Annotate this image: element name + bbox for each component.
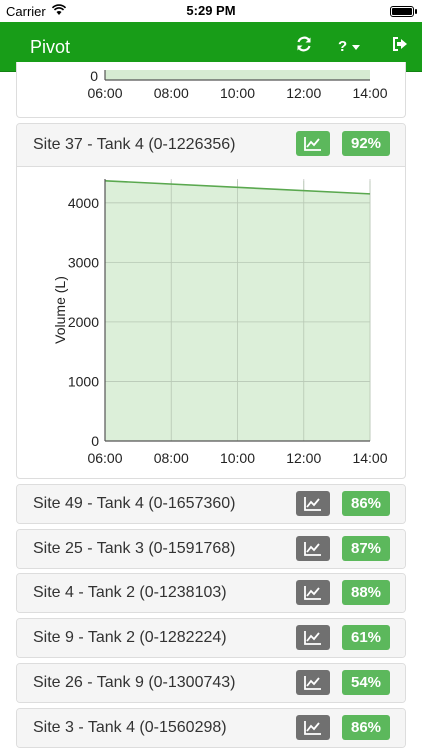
x-tick-label: 10:00 (220, 450, 255, 466)
line-chart-icon (304, 497, 321, 511)
x-tick-label: 08:00 (154, 450, 189, 466)
chart-toggle-button[interactable] (296, 580, 330, 605)
tank-title[interactable]: Site 26 - Tank 9 (0-1300743) (33, 674, 236, 692)
panel-heading[interactable]: Site 37 - Tank 4 (0-1226356) 92% (17, 124, 405, 167)
help-label: ? (338, 38, 348, 55)
caret-down-icon (352, 44, 361, 50)
partial-chart: 0 06:00 08:00 10:00 12:00 14:00 (87, 68, 387, 101)
x-tick-label: 12:00 (286, 450, 321, 466)
y-tick-label: 2000 (68, 314, 99, 330)
panel-heading[interactable]: Site 49 - Tank 4 (0-1657360) 86% (17, 485, 405, 523)
chart-toggle-button[interactable] (296, 670, 330, 695)
panel-heading[interactable]: Site 26 - Tank 9 (0-1300743) 54% (17, 664, 405, 702)
tank-panel: Site 25 - Tank 3 (0-1591768) 87% (16, 529, 406, 569)
panel-heading[interactable]: Site 25 - Tank 3 (0-1591768) 87% (17, 530, 405, 568)
x-tick-label: 14:00 (352, 85, 387, 101)
app-brand[interactable]: Pivot (30, 37, 70, 58)
volume-chart: 0 1000 2000 3000 4000 06:00 08:00 10:00 12:00 14:… (52, 179, 388, 466)
y-axis-label: Volume (L) (52, 276, 68, 344)
line-chart-icon (304, 676, 321, 690)
line-chart-icon (304, 542, 321, 556)
tank-panel-partial: 0 06:00 08:00 10:00 12:00 14:00 (16, 62, 406, 118)
tank-panel: Site 26 - Tank 9 (0-1300743) 54% (16, 663, 406, 703)
line-chart-icon (304, 721, 321, 735)
fill-percent-badge: 86% (342, 491, 390, 516)
line-chart-icon (304, 586, 321, 600)
tank-panel: Site 9 - Tank 2 (0-1282224) 61% (16, 618, 406, 658)
y-tick-label: 1000 (68, 373, 99, 389)
y-tick-label: 0 (91, 433, 99, 449)
x-tick-label: 06:00 (87, 450, 122, 466)
x-tick-label: 08:00 (154, 85, 189, 101)
fill-percent-badge: 54% (342, 670, 390, 695)
chart-toggle-button[interactable] (296, 536, 330, 561)
tank-panel: Site 3 - Tank 4 (0-1560298) 86% (16, 708, 406, 748)
chart-toggle-button[interactable] (296, 491, 330, 516)
chart-toggle-button[interactable] (296, 625, 330, 650)
refresh-icon[interactable] (296, 36, 312, 58)
tank-panel-expanded: Site 37 - Tank 4 (0-1226356) 92% 0 1000 20… (16, 123, 406, 479)
partial-y-tick: 0 (90, 68, 98, 84)
x-tick-label: 14:00 (352, 450, 387, 466)
tank-title[interactable]: Site 37 - Tank 4 (0-1226356) (33, 136, 236, 154)
line-chart-icon (304, 631, 321, 645)
battery-icon (390, 6, 417, 17)
tank-panel: Site 4 - Tank 2 (0-1238103) 88% (16, 573, 406, 613)
tank-panel: Site 49 - Tank 4 (0-1657360) 86% (16, 484, 406, 524)
line-chart-icon (304, 137, 321, 151)
tank-title[interactable]: Site 4 - Tank 2 (0-1238103) (33, 584, 227, 602)
tank-title[interactable]: Site 9 - Tank 2 (0-1282224) (33, 629, 227, 647)
logout-icon[interactable] (392, 36, 408, 58)
fill-percent-badge: 61% (342, 625, 390, 650)
fill-percent-badge: 86% (342, 715, 390, 740)
fill-percent-badge: 87% (342, 536, 390, 561)
fill-percent-badge: 92% (342, 131, 390, 156)
chart-toggle-button[interactable] (296, 715, 330, 740)
x-tick-label: 10:00 (220, 85, 255, 101)
panel-heading[interactable]: Site 4 - Tank 2 (0-1238103) 88% (17, 574, 405, 612)
tank-title[interactable]: Site 49 - Tank 4 (0-1657360) (33, 495, 236, 513)
tank-title[interactable]: Site 3 - Tank 4 (0-1560298) (33, 719, 227, 737)
x-tick-label: 12:00 (286, 85, 321, 101)
clock: 5:29 PM (186, 3, 236, 18)
tank-title[interactable]: Site 25 - Tank 3 (0-1591768) (33, 540, 236, 558)
x-tick-label: 06:00 (87, 85, 122, 101)
fill-percent-badge: 88% (342, 580, 390, 605)
panel-heading[interactable]: Site 9 - Tank 2 (0-1282224) 61% (17, 619, 405, 657)
help-menu-button[interactable]: ? (338, 38, 366, 60)
y-tick-label: 3000 (68, 254, 99, 270)
chart-toggle-button[interactable] (296, 131, 330, 156)
y-tick-label: 4000 (68, 195, 99, 211)
status-bar: Carrier 5:29 PM (0, 0, 422, 22)
panel-heading[interactable]: Site 3 - Tank 4 (0-1560298) 86% (17, 709, 405, 747)
